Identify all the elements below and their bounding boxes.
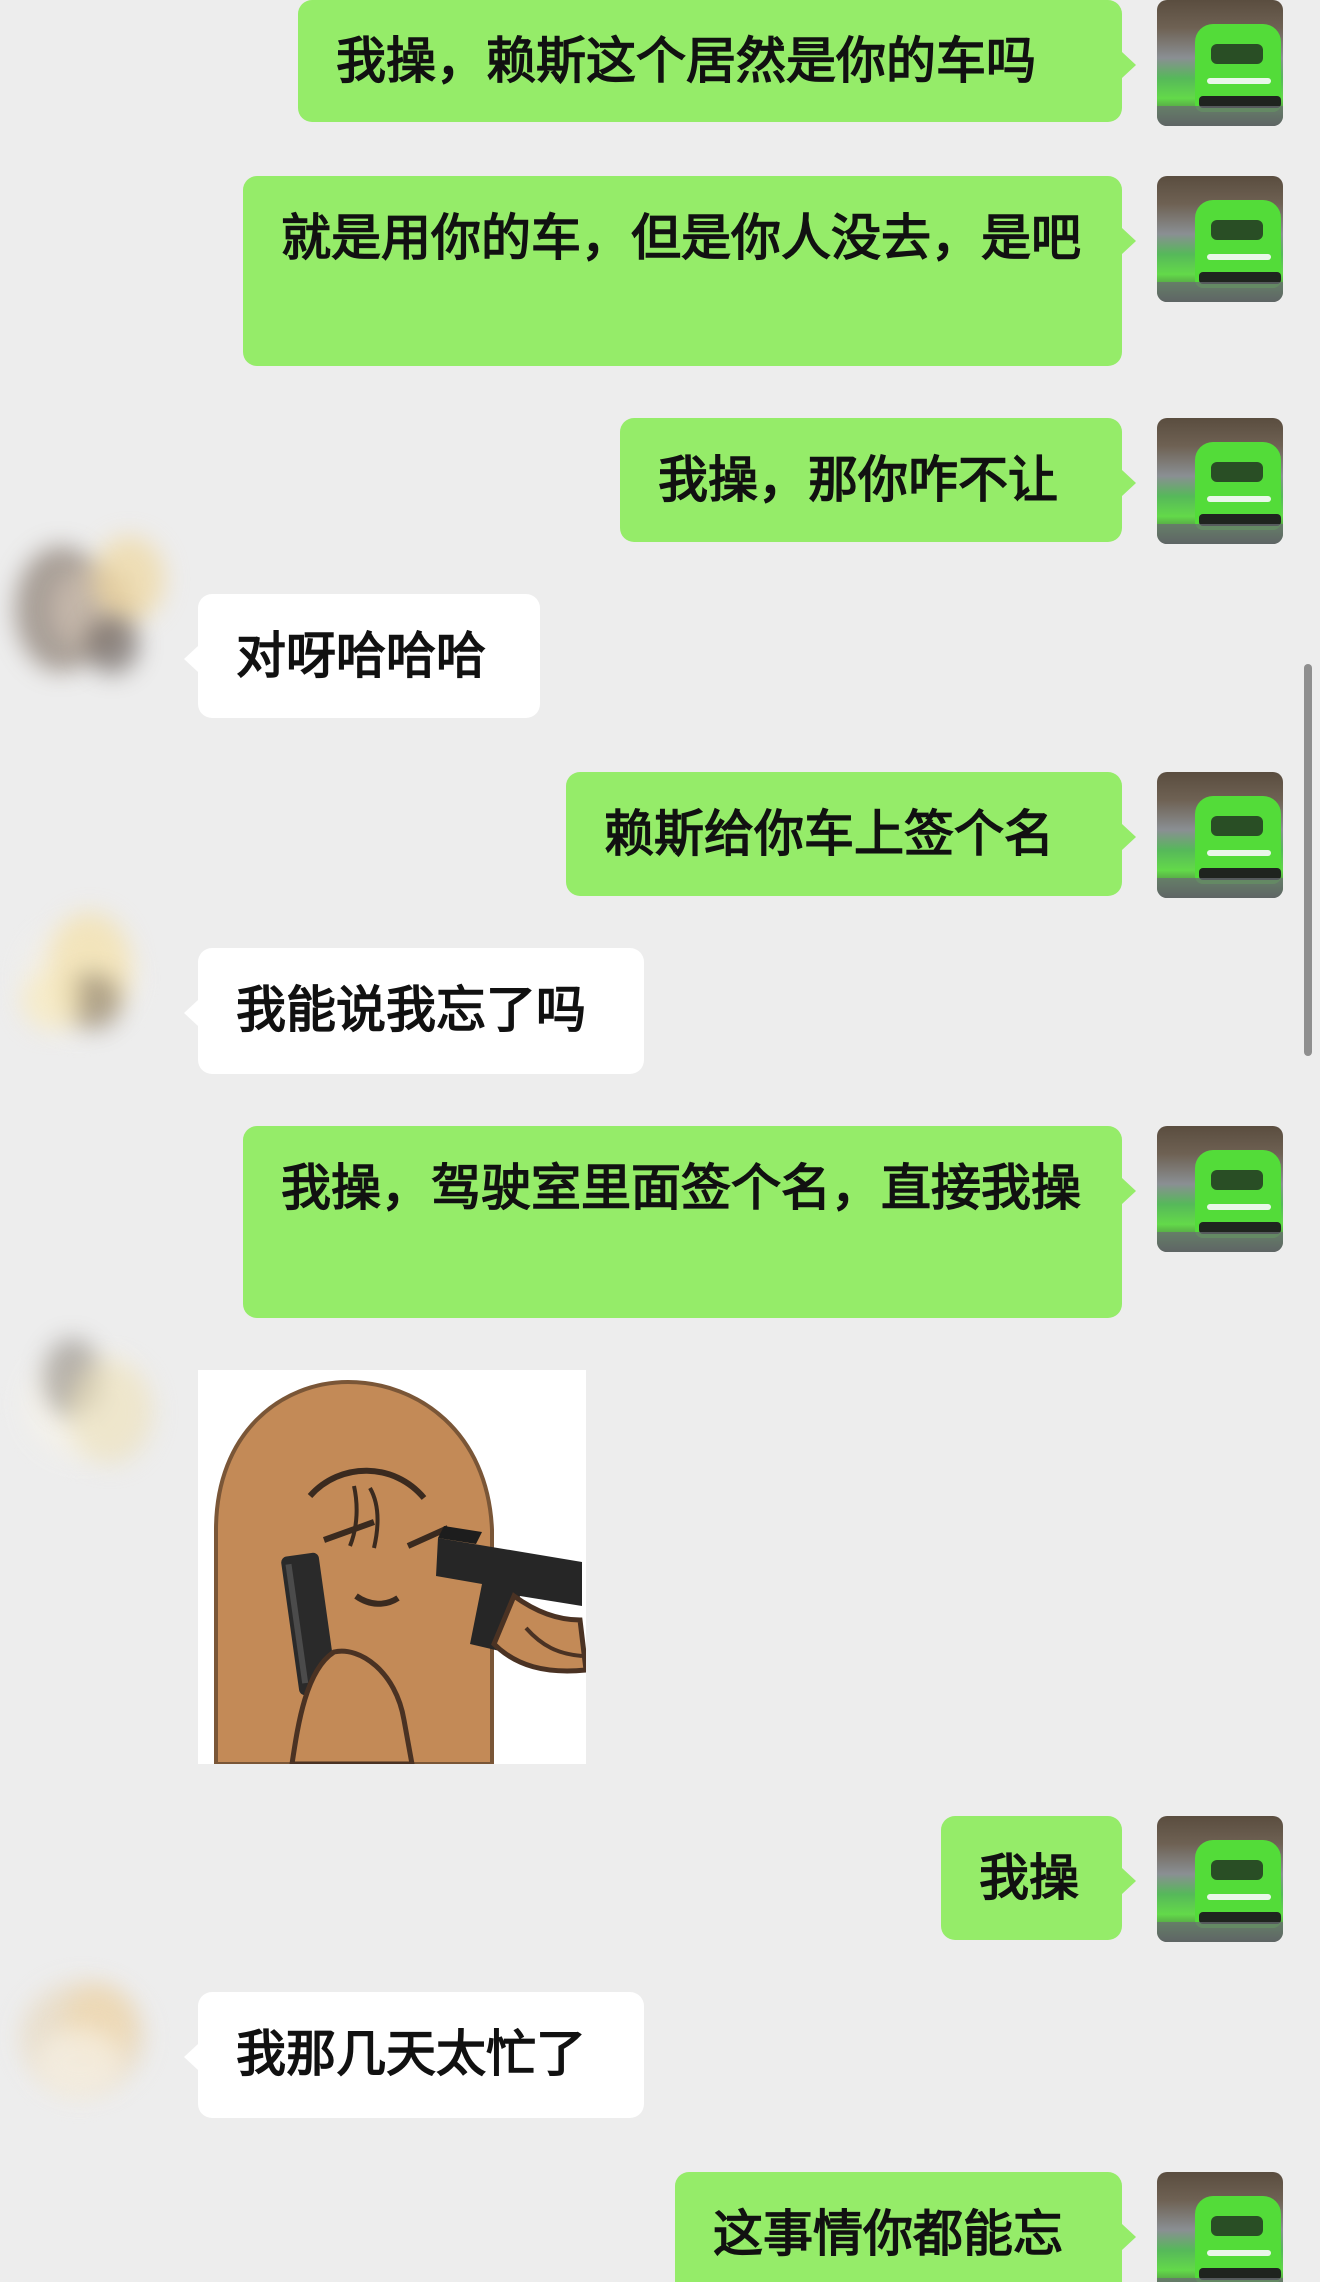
my-message-bubble[interactable]: 我操 (941, 1816, 1136, 1940)
contact-message-bubble[interactable]: 我能说我忘了吗 (184, 948, 644, 1074)
vertical-scrollbar[interactable] (1304, 664, 1312, 1056)
my-message-bubble[interactable]: 我操，那你咋不让 (620, 418, 1136, 542)
my-avatar[interactable] (1157, 772, 1283, 898)
contact-avatar[interactable] (15, 900, 175, 1060)
my-avatar[interactable] (1157, 1126, 1283, 1252)
message-text: 这事情你都能忘 (713, 2205, 1063, 2263)
sticker-illustration (198, 1370, 586, 1764)
message-text: 我能说我忘了吗 (236, 981, 586, 1039)
my-message-bubble[interactable]: 这事情你都能忘 (675, 2172, 1136, 2282)
my-message-bubble[interactable]: 赖斯给你车上签个名 (566, 772, 1136, 896)
message-text: 对呀哈哈哈 (236, 627, 486, 685)
my-avatar[interactable] (1157, 418, 1283, 544)
my-avatar[interactable] (1157, 176, 1283, 302)
contact-avatar[interactable] (15, 1964, 175, 2124)
contact-avatar[interactable] (15, 1320, 175, 1480)
message-text: 我操 (979, 1849, 1079, 1907)
message-text: 就是用你的车，但是你人没去，是吧 (281, 209, 1081, 267)
my-message-bubble[interactable]: 就是用你的车，但是你人没去，是吧 (243, 176, 1136, 366)
contact-avatar[interactable] (15, 528, 175, 688)
message-text: 我那几天太忙了 (236, 2025, 586, 2083)
message-text: 我操，那你咋不让 (658, 451, 1058, 509)
my-avatar[interactable] (1157, 1816, 1283, 1942)
contact-message-bubble[interactable]: 我那几天太忙了 (184, 1992, 644, 2118)
message-text: 赖斯给你车上签个名 (604, 805, 1054, 863)
my-message-bubble[interactable]: 我操，赖斯这个居然是你的车吗 (298, 0, 1136, 122)
chat-window: 我操，赖斯这个居然是你的车吗 就是用你的车，但是你人没去，是吧 我操，那你咋不让… (0, 0, 1320, 2282)
my-avatar[interactable] (1157, 2172, 1283, 2282)
my-avatar[interactable] (1157, 0, 1283, 126)
contact-message-bubble[interactable]: 对呀哈哈哈 (184, 594, 540, 718)
message-text: 我操，赖斯这个居然是你的车吗 (336, 32, 1036, 90)
crying-face-with-gun-sticker[interactable] (198, 1370, 586, 1764)
message-text: 我操，驾驶室里面签个名，直接我操 (281, 1159, 1081, 1217)
my-message-bubble[interactable]: 我操，驾驶室里面签个名，直接我操 (243, 1126, 1136, 1318)
